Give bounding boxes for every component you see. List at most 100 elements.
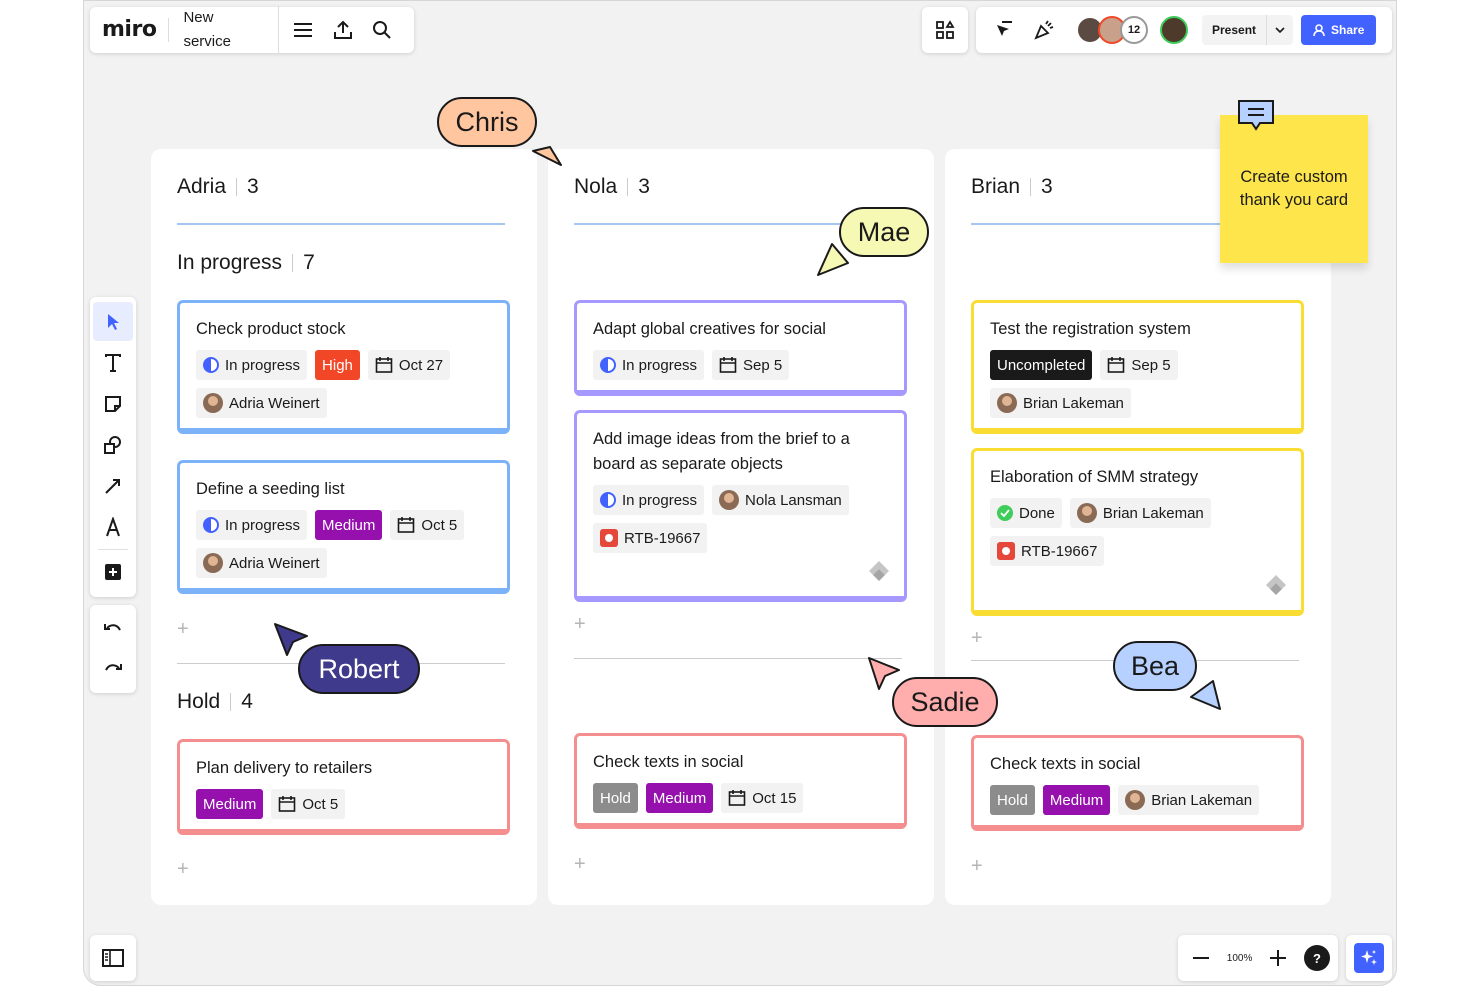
- task-card[interactable]: Check texts in social Hold Medium Oct 15: [574, 733, 907, 829]
- status-tag[interactable]: In progress: [196, 350, 308, 380]
- add-card-icon[interactable]: +: [177, 859, 189, 879]
- ticket-tag[interactable]: RTB-19667: [593, 523, 708, 553]
- ticket-tag[interactable]: RTB-19667: [990, 536, 1105, 566]
- assignee-tag[interactable]: Brian Lakeman: [1118, 785, 1260, 815]
- date-tag[interactable]: Sep 5: [712, 350, 790, 380]
- text-tool-icon[interactable]: [93, 343, 133, 382]
- comment-icon[interactable]: [1236, 98, 1276, 134]
- help-button[interactable]: ?: [1303, 945, 1330, 971]
- sparkle-icon: [1354, 943, 1384, 973]
- date-tag[interactable]: Oct 15: [721, 783, 804, 813]
- connector-tool-icon[interactable]: [93, 466, 133, 505]
- present-label: Present: [1212, 23, 1257, 37]
- status-tag[interactable]: In progress: [196, 510, 308, 540]
- export-icon[interactable]: [323, 10, 363, 50]
- task-card[interactable]: Define a seeding list In progress Medium…: [177, 460, 510, 594]
- ticket-icon: [997, 542, 1015, 560]
- menu-icon[interactable]: [283, 10, 323, 50]
- zoom-in-icon[interactable]: [1263, 938, 1293, 978]
- group-header-in-progress[interactable]: In progress 7: [177, 251, 315, 275]
- date-tag[interactable]: Oct 5: [271, 789, 346, 819]
- kanban-column-adria: Adria 3 In progress 7 Check product stoc…: [151, 149, 537, 905]
- board-panel-button[interactable]: [90, 935, 136, 981]
- in-progress-icon: [600, 492, 616, 508]
- column-header[interactable]: Adria 3: [177, 175, 259, 199]
- date-tag[interactable]: Oct 27: [367, 350, 451, 380]
- jira-icon: [1266, 575, 1286, 595]
- present-button[interactable]: Present: [1202, 15, 1294, 45]
- zoom-out-icon[interactable]: [1186, 938, 1216, 978]
- shapes-tool-icon[interactable]: [93, 425, 133, 464]
- undo-icon[interactable]: [93, 610, 133, 648]
- status-label: Done: [1019, 504, 1055, 522]
- chevron-down-icon[interactable]: [1266, 15, 1293, 45]
- priority-tag[interactable]: Medium: [315, 510, 383, 540]
- ticket-label: RTB-19667: [1021, 542, 1098, 560]
- share-button[interactable]: Share: [1301, 15, 1377, 45]
- task-card[interactable]: Add image ideas from the brief to a boar…: [574, 410, 907, 602]
- redo-icon[interactable]: [93, 650, 133, 688]
- group-name: In progress: [177, 251, 283, 274]
- add-card-icon[interactable]: +: [177, 619, 189, 639]
- apps-button[interactable]: [922, 7, 968, 53]
- task-card[interactable]: Check texts in social Hold Medium Brian …: [971, 735, 1304, 831]
- card-title: Add image ideas from the brief to a boar…: [593, 430, 850, 473]
- assignee-tag[interactable]: Nola Lansman: [712, 485, 849, 515]
- zoom-level[interactable]: 100%: [1227, 953, 1253, 964]
- select-tool-icon[interactable]: [93, 302, 133, 341]
- add-more-tools-icon[interactable]: [93, 553, 133, 592]
- column-owner: Adria: [177, 175, 227, 198]
- date-tag[interactable]: Sep 5: [1100, 350, 1178, 380]
- cursor-follow-icon[interactable]: [984, 10, 1024, 50]
- assignee-tag[interactable]: Brian Lakeman: [1069, 498, 1211, 528]
- celebrate-icon[interactable]: [1024, 10, 1064, 50]
- calendar-icon: [1108, 357, 1125, 373]
- miro-logo[interactable]: miro: [102, 18, 170, 42]
- date-tag[interactable]: Oct 5: [390, 510, 465, 540]
- status-tag[interactable]: Done: [990, 498, 1062, 528]
- header-divider: [292, 254, 294, 272]
- date-label: Sep 5: [743, 356, 783, 374]
- board-canvas[interactable]: miro New service 12 Present Share 100% ?…: [83, 0, 1397, 986]
- status-tag[interactable]: Hold: [593, 783, 638, 813]
- assignee-tag[interactable]: Adria Weinert: [196, 388, 327, 418]
- status-tag[interactable]: Hold: [990, 785, 1035, 815]
- assignee-tag[interactable]: Brian Lakeman: [990, 388, 1131, 418]
- add-card-icon[interactable]: +: [971, 856, 983, 876]
- task-card[interactable]: Elaboration of SMM strategy Done Brian L…: [971, 448, 1304, 616]
- priority-tag[interactable]: High: [315, 350, 360, 380]
- task-card[interactable]: Adapt global creatives for social In pro…: [574, 300, 907, 396]
- task-card[interactable]: Check product stock In progress High Oct…: [177, 300, 510, 434]
- board-name[interactable]: New service: [169, 6, 280, 54]
- search-icon[interactable]: [362, 10, 402, 50]
- add-card-icon[interactable]: +: [971, 628, 983, 648]
- pen-tool-icon[interactable]: [93, 507, 133, 546]
- zoom-controls: 100% ?: [1178, 935, 1338, 981]
- status-label: In progress: [225, 516, 301, 534]
- add-card-icon[interactable]: +: [574, 854, 586, 874]
- priority-tag[interactable]: Medium: [645, 783, 714, 813]
- cursor-label-mae: Mae: [839, 207, 929, 257]
- assignee-tag[interactable]: Adria Weinert: [196, 548, 327, 578]
- ai-assist-button[interactable]: [1346, 935, 1392, 981]
- top-right-toolbar: 12 Present Share: [976, 7, 1392, 53]
- sticky-note-tool-icon[interactable]: [93, 384, 133, 423]
- collaborator-avatars[interactable]: 12: [1076, 16, 1188, 44]
- column-header[interactable]: Brian 3: [971, 175, 1053, 199]
- priority-tag[interactable]: Medium: [1042, 785, 1111, 815]
- card-title: Adapt global creatives for social: [593, 320, 826, 338]
- status-tag[interactable]: In progress: [593, 485, 705, 515]
- sidebar-panel-icon: [102, 949, 124, 967]
- group-header-hold[interactable]: Hold 4: [177, 690, 253, 714]
- task-card[interactable]: Plan delivery to retailers Medium Oct 5: [177, 739, 510, 835]
- task-card[interactable]: Test the registration system Uncompleted…: [971, 300, 1304, 434]
- priority-tag[interactable]: Medium: [196, 789, 264, 819]
- status-tag[interactable]: Uncompleted: [990, 350, 1093, 380]
- avatar[interactable]: [1160, 16, 1188, 44]
- avatar: [997, 393, 1017, 413]
- collaborator-count-badge[interactable]: 12: [1120, 16, 1148, 44]
- status-tag[interactable]: In progress: [593, 350, 705, 380]
- column-header[interactable]: Nola 3: [574, 175, 650, 199]
- add-card-icon[interactable]: +: [574, 614, 586, 634]
- sticky-note[interactable]: Create custom thank you card: [1220, 115, 1368, 263]
